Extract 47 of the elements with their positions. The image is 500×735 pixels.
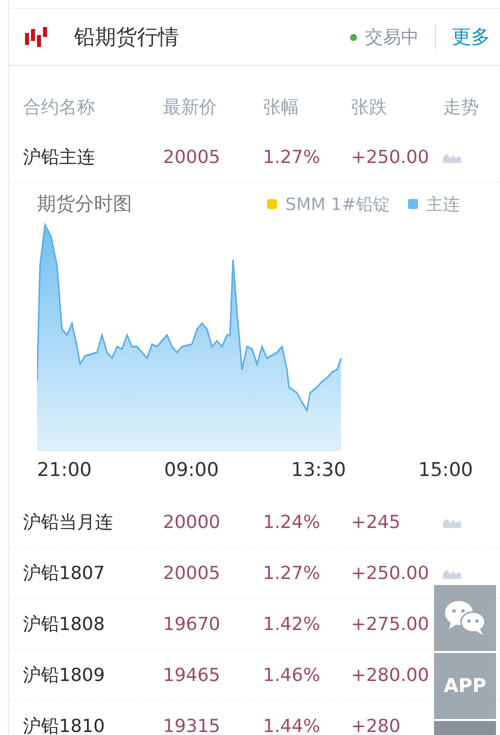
contract-name: 沪铅当月连 <box>23 511 114 534</box>
time-axis-label: 21:00 <box>37 459 92 481</box>
contract-name: 沪铅1808 <box>23 613 106 636</box>
latest-price: 19465 <box>163 664 222 686</box>
column-header: 最新价 <box>163 96 218 119</box>
trend-chart-icon[interactable] <box>443 567 461 579</box>
chart-title: 期货分时图 <box>37 192 132 217</box>
column-header: 张幅 <box>263 96 300 119</box>
time-axis-label: 13:30 <box>291 459 346 481</box>
column-header: 张跌 <box>351 96 388 119</box>
column-header: 合约名称 <box>23 96 96 119</box>
contract-name: 沪铅1810 <box>23 715 106 735</box>
time-axis-label: 15:00 <box>418 459 473 481</box>
contract-name: 沪铅1809 <box>23 664 106 687</box>
price-change: +250.00 <box>351 562 430 584</box>
change-percent: 1.27% <box>263 562 322 584</box>
price-change: +245 <box>351 512 402 532</box>
price-change: +250.00 <box>351 146 430 168</box>
contract-name: 沪铅主连 <box>23 146 96 169</box>
price-change: +280 <box>351 716 402 735</box>
chat-button[interactable] <box>434 585 496 651</box>
trend-chart-icon[interactable] <box>443 516 461 528</box>
contract-name: 沪铅1807 <box>23 562 106 585</box>
candlestick-logo-icon <box>24 26 50 48</box>
latest-price: 20000 <box>163 512 222 532</box>
change-percent: 1.44% <box>263 716 322 735</box>
more-link[interactable]: 更多 <box>452 24 490 50</box>
change-percent: 1.24% <box>263 512 322 532</box>
chat-bubbles-icon <box>443 598 487 638</box>
latest-price: 19670 <box>163 614 222 634</box>
change-percent: 1.46% <box>263 664 322 686</box>
time-axis-label: 09:00 <box>164 459 219 481</box>
trend-chart-icon[interactable] <box>443 151 461 163</box>
latest-price: 19315 <box>163 716 222 735</box>
panel-title: 铅期货行情 <box>74 24 180 51</box>
status-dot-icon <box>350 34 357 40</box>
price-change: +280.00 <box>351 664 430 686</box>
latest-price: 20005 <box>163 146 222 168</box>
price-change: +275.00 <box>351 614 430 634</box>
latest-price: 20005 <box>163 562 222 584</box>
trading-status: 交易中 <box>365 26 419 49</box>
legend-label: SMM 1#铅锭 <box>285 194 390 216</box>
app-download-button[interactable]: APP <box>434 653 496 719</box>
column-header: 走势 <box>443 96 480 119</box>
change-percent: 1.42% <box>263 614 322 634</box>
legend-label: 主连 <box>426 194 460 216</box>
change-percent: 1.27% <box>263 146 322 168</box>
